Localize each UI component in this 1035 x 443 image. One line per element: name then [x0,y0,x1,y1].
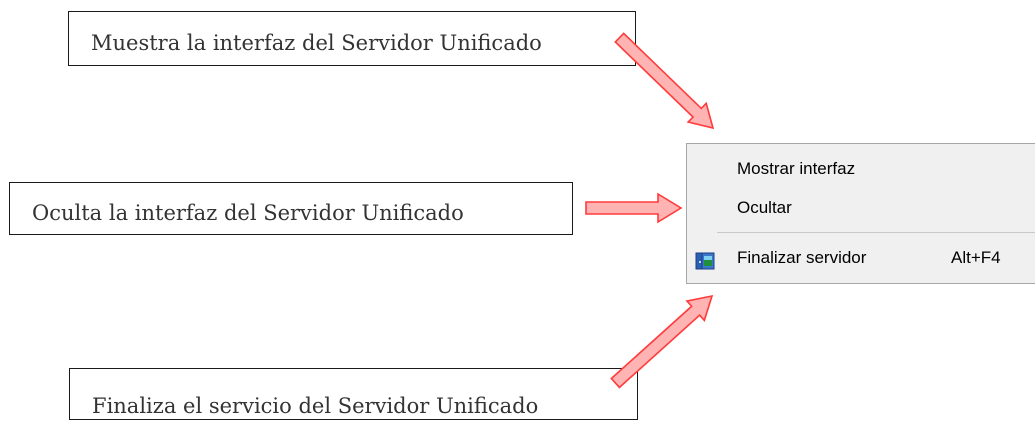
menu-separator [717,232,1035,233]
exit-door-icon [695,249,715,270]
menu-item-hide[interactable]: Ocultar [687,192,1035,224]
menu-item-quit-server[interactable]: Finalizar servidor Alt+F4 [687,242,1035,274]
menu-item-shortcut: Alt+F4 [951,248,1001,267]
menu-item-label: Mostrar interfaz [737,159,856,178]
arrow-to-hide-item [585,193,682,223]
arrow-to-quit-item [605,285,722,394]
menu-item-label: Finalizar servidor [737,248,867,267]
menu-item-show-interface[interactable]: Mostrar interfaz [687,153,1035,185]
menu-item-label: Ocultar [737,198,792,217]
arrow-to-show-item [609,27,723,139]
tray-context-menu: Mostrar interfaz Ocultar Finalizar servi… [686,143,1035,284]
